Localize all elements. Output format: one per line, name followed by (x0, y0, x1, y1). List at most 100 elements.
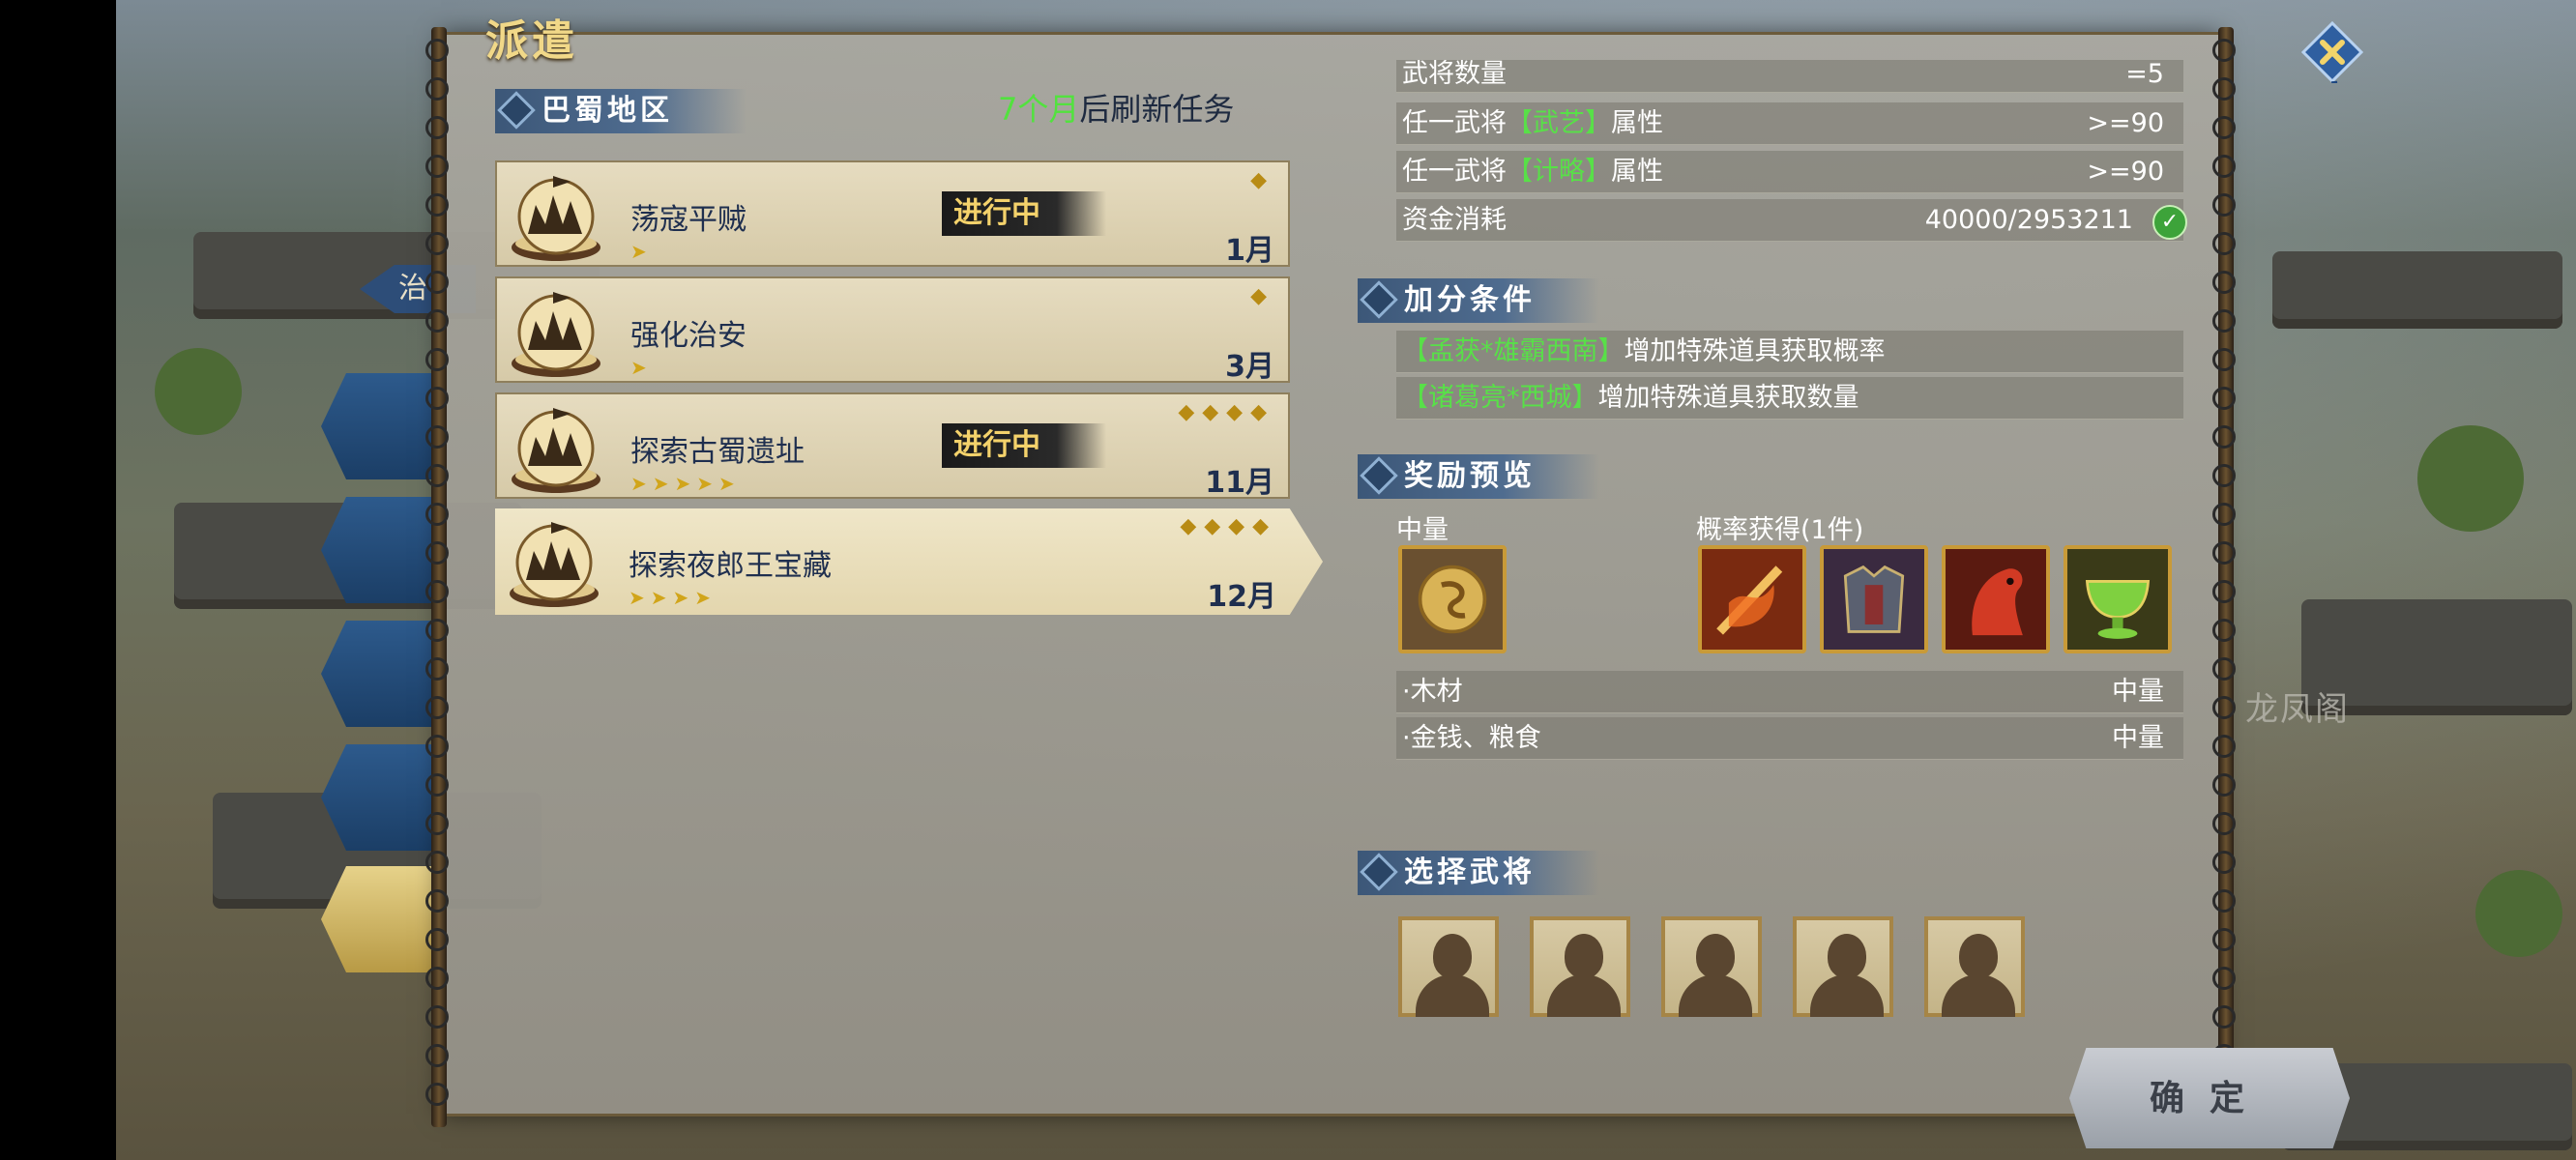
rod-notch (2212, 812, 2236, 835)
mission-card[interactable]: 荡寇平贼 ➤ 进行中 ◆ 1月 (495, 160, 1290, 268)
rod-notch (425, 696, 449, 719)
rod-notch (425, 77, 449, 101)
rod-notch (2212, 773, 2236, 797)
requirement-row: 任一武将【计略】属性 >=90 (1396, 151, 2183, 193)
tree-shape (2417, 425, 2524, 532)
rod-notch (2212, 580, 2236, 603)
reward-header: 奖励预览 (1358, 454, 1599, 499)
general-slot[interactable] (1793, 916, 1893, 1017)
mission-name: 探索夜郎王宝藏 (629, 549, 832, 583)
rod-notch (2212, 619, 2236, 642)
bonus-effect: 增加特殊道具获取数量 (1597, 383, 1859, 413)
city-label[interactable]: 龙凤阁 (2245, 682, 2350, 730)
mission-card-selected[interactable]: 探索夜郎王宝藏 ➤➤➤➤ ◆◆◆◆ 12月 (495, 508, 1323, 615)
rod-notch (2212, 889, 2236, 913)
rod-notch (425, 967, 449, 990)
rod-notch (2212, 928, 2236, 951)
rod-notch (2212, 77, 2236, 101)
checkmark-icon: ✓ (2152, 205, 2187, 240)
sidebar-tab-active[interactable] (321, 866, 447, 972)
cavalry-emblem-icon (510, 522, 599, 607)
armor-icon[interactable] (1820, 545, 1928, 653)
rod-notch (2212, 696, 2236, 719)
mission-stars: ➤➤➤➤➤ (630, 472, 741, 495)
cavalry-emblem-icon (512, 176, 600, 261)
flame-sword-icon[interactable] (1698, 545, 1806, 653)
rod-notch (2212, 967, 2236, 990)
rod-notch (2212, 232, 2236, 255)
rod-notch (425, 387, 449, 410)
silhouette-body (1810, 974, 1884, 1017)
requirement-value: >=90 (2087, 157, 2164, 187)
mission-difficulty: ◆ (1250, 168, 1274, 192)
refresh-months: 7个月 (998, 91, 1080, 128)
rod-notch (425, 1005, 449, 1029)
rod-notch (425, 503, 449, 526)
general-slot[interactable] (1661, 916, 1762, 1017)
rod-notch (425, 541, 449, 565)
rod-notch (2212, 116, 2236, 139)
requirement-attribute: 【计略】 (1507, 157, 1611, 187)
rod-notch (425, 580, 449, 603)
mission-difficulty: ◆◆◆◆ (1180, 514, 1276, 538)
bonus-general: 【孟获*雄霸西南】 (1402, 336, 1625, 366)
rod-notch (425, 348, 449, 371)
region-header: 巴蜀地区 (495, 89, 746, 133)
silhouette-body (1547, 974, 1621, 1017)
silhouette-body (1416, 974, 1489, 1017)
mission-card[interactable]: 强化治安 ➤ ◆ 3月 (495, 276, 1290, 384)
rod-notch (2212, 348, 2236, 371)
requirement-prefix: 任一武将 (1402, 157, 1507, 187)
rod-notch (425, 1044, 449, 1067)
general-slot[interactable] (1398, 916, 1499, 1017)
confirm-button[interactable]: 确定 (2069, 1048, 2350, 1148)
coin-medal-icon[interactable] (1398, 545, 1507, 653)
mission-card[interactable]: 探索古蜀遗址 ➤➤➤➤➤ 进行中 ◆◆◆◆ 11月 (495, 392, 1290, 500)
requirement-prefix: 任一武将 (1402, 108, 1507, 138)
mission-month: 1月 (1225, 234, 1274, 268)
reward-amount: 中量 (2112, 723, 2164, 753)
requirement-attribute: 【武艺】 (1507, 108, 1611, 138)
rod-notch (2212, 735, 2236, 758)
silhouette-icon (1565, 934, 1603, 978)
rod-notch (2212, 271, 2236, 294)
rod-notch (425, 889, 449, 913)
mission-difficulty: ◆ (1250, 284, 1274, 308)
mission-stars: ➤ (630, 356, 653, 379)
rod-notch (2212, 1005, 2236, 1029)
silhouette-icon (1433, 934, 1472, 978)
sidebar-tab[interactable] (321, 744, 447, 851)
scroll-rod-left (431, 27, 447, 1127)
refresh-text: 后刷新任务 (1079, 91, 1235, 128)
mission-status-badge: 进行中 (942, 191, 1106, 236)
rod-notch (2212, 657, 2236, 681)
rod-notch (425, 812, 449, 835)
mission-month: 11月 (1205, 466, 1274, 500)
rod-notch (425, 39, 449, 62)
reward-item: ·木材 (1402, 677, 1463, 707)
mission-stars: ➤➤➤➤ (629, 586, 717, 609)
requirement-value: 40000/2953211 (1924, 205, 2133, 235)
panel-title: 派遣 (485, 16, 578, 66)
diamond-icon (497, 91, 536, 130)
jade-cup-icon[interactable] (2064, 545, 2172, 653)
silhouette-body (1679, 974, 1752, 1017)
close-icon[interactable] (2301, 21, 2363, 83)
requirement-value: =5 (2125, 60, 2164, 89)
reward-item: ·金钱、粮食 (1402, 723, 1541, 753)
requirement-label: 武将数量 (1402, 60, 1507, 89)
generals-title: 选择武将 (1404, 856, 1536, 889)
general-slot[interactable] (1530, 916, 1630, 1017)
mission-month: 3月 (1225, 350, 1274, 384)
reward-row: ·木材 中量 (1396, 671, 2183, 713)
general-slot[interactable] (1924, 916, 2025, 1017)
rod-notch (2212, 39, 2236, 62)
rod-notch (425, 155, 449, 178)
diamond-icon (1360, 280, 1398, 319)
rod-notch (425, 735, 449, 758)
bonus-row: 【孟获*雄霸西南】增加特殊道具获取概率 (1396, 331, 2183, 373)
diamond-icon (1360, 456, 1398, 495)
requirement-suffix: 属性 (1611, 157, 1663, 187)
red-horse-icon[interactable] (1942, 545, 2050, 653)
sidebar-tab[interactable] (321, 373, 447, 479)
